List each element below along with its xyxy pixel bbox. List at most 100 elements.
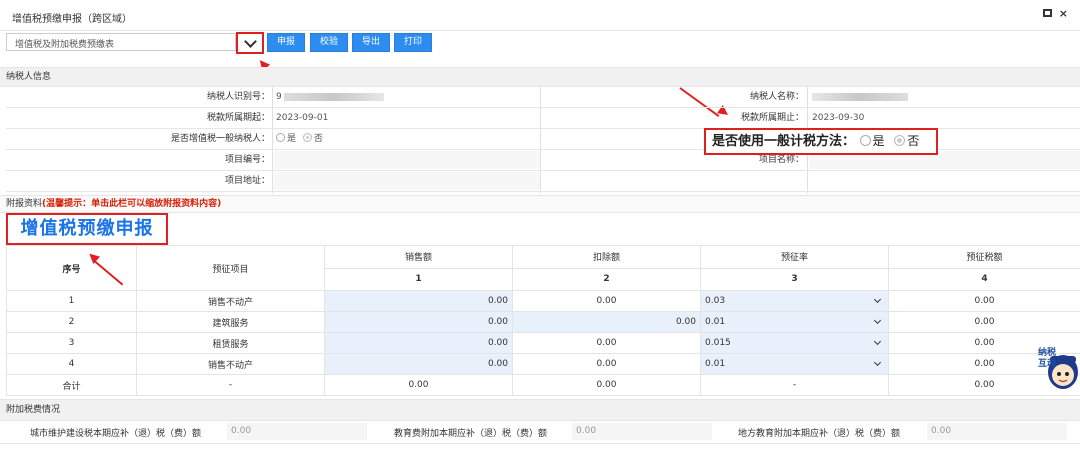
taxpayer-id-label: 纳税人识别号： xyxy=(206,92,270,102)
taxpayer-name-label: 纳税人名称： xyxy=(749,92,804,102)
info-row: 纳税人识别号： 9 纳税人名称： xyxy=(6,87,1080,108)
local-edu-label: 地方教育附加本期应补（退）税（费）额 xyxy=(738,429,901,439)
deduction-value: 0.00 xyxy=(512,332,701,354)
close-icon[interactable]: × xyxy=(1059,7,1068,20)
total-deduction: 0.00 xyxy=(512,374,701,396)
urban-tax-input[interactable]: 0.00 xyxy=(227,423,367,440)
radio-no[interactable] xyxy=(302,133,312,142)
header-tax: 预征税额 xyxy=(888,245,1080,269)
sales-input[interactable]: 0.00 xyxy=(324,332,513,354)
colnum: 1 xyxy=(324,267,513,291)
general-taxpayer-radio-group: 是 否 xyxy=(276,129,323,149)
period-end-value: 2023-09-30 xyxy=(812,113,865,123)
taxpayer-section-title: 纳税人信息 xyxy=(6,72,52,82)
colnum: 3 xyxy=(700,267,889,291)
redacted-id xyxy=(284,93,384,101)
option-yes-label: 是 xyxy=(872,134,885,148)
period-end-label: 税款所属期止： xyxy=(740,113,804,123)
general-tax-method-label: 是否使用一般计税方法： xyxy=(712,134,856,149)
form-select[interactable]: 增值税及附加税费预缴表 xyxy=(6,33,236,51)
table-total-row: 合计 - 0.00 0.00 - 0.00 xyxy=(6,374,1080,396)
sales-input[interactable]: 0.00 xyxy=(324,290,513,312)
urban-tax-label: 城市维护建设税本期应补（退）税（费）额 xyxy=(30,429,202,439)
tax-value: 0.00 xyxy=(888,290,1080,312)
prepayment-table: 序号 预征项目 销售额 扣除额 预征率 预征税额 1 2 3 4 1 销售不动产… xyxy=(6,245,1080,396)
general-tax-method-callout: 是否使用一般计税方法： 是 否 xyxy=(704,128,938,155)
export-button[interactable]: 导出 xyxy=(352,33,390,52)
edu-surcharge-label: 教育费附加本期应补（退）税（费）额 xyxy=(394,429,548,439)
edu-surcharge-input[interactable]: 0.00 xyxy=(572,423,712,440)
total-sales: 0.00 xyxy=(324,374,513,396)
local-edu-input[interactable]: 0.00 xyxy=(927,423,1067,440)
colnum: 2 xyxy=(512,267,701,291)
rate-select[interactable]: 0.01 xyxy=(700,311,889,333)
option-yes-label: 是 xyxy=(287,134,297,144)
general-taxpayer-label: 是否增值税一般纳税人： xyxy=(170,134,270,144)
radio-yes[interactable] xyxy=(276,133,285,142)
rate-select[interactable]: 0.03 xyxy=(700,290,889,312)
sales-input[interactable]: 0.00 xyxy=(324,353,513,375)
mascot-text: 纳税互动 xyxy=(1038,348,1057,369)
window-titlebar: 增值税预缴申报（跨区域） × xyxy=(0,0,1080,31)
table-row: 2 建筑服务 0.00 0.00 0.01 0.00 xyxy=(6,311,1080,333)
row-item: 销售不动产 xyxy=(136,290,325,312)
header-sales: 销售额 xyxy=(324,245,513,269)
rate-select[interactable]: 0.01 xyxy=(700,353,889,375)
taxpayer-section-header[interactable]: 纳税人信息 xyxy=(0,67,1080,87)
total-rate: - xyxy=(700,374,889,396)
row-item: 建筑服务 xyxy=(136,311,325,333)
project-no-label: 项目编号： xyxy=(224,155,270,165)
period-start-value: 2023-09-01 xyxy=(276,113,329,123)
colnum: 4 xyxy=(888,267,1080,291)
radio-yes[interactable] xyxy=(859,135,871,146)
option-no-label: 否 xyxy=(313,134,323,144)
option-no-label: 否 xyxy=(907,134,920,148)
declare-button[interactable]: 申报 xyxy=(267,33,305,52)
header-rate: 预征率 xyxy=(700,245,889,269)
row-seq: 3 xyxy=(6,332,137,354)
surcharge-row: 城市维护建设税本期应补（退）税（费）额 0.00 教育费附加本期应补（退）税（费… xyxy=(0,421,1080,444)
attachment-tip: (温馨提示：单击此栏可以缩放附报资料内容) xyxy=(42,199,222,209)
project-address-label: 项目地址： xyxy=(224,176,270,186)
header-seq: 序号 xyxy=(6,245,137,291)
deduction-value: 0.00 xyxy=(512,290,701,312)
surcharge-section-header[interactable]: 附加税费情况 xyxy=(0,399,1080,421)
rate-select[interactable]: 0.015 xyxy=(700,332,889,354)
total-item: - xyxy=(136,374,325,396)
table-row: 4 销售不动产 0.00 0.00 0.01 0.00 xyxy=(6,353,1080,375)
print-button[interactable]: 打印 xyxy=(394,33,432,52)
deduction-input[interactable]: 0.00 xyxy=(512,311,701,333)
table-header-row: 序号 预征项目 销售额 扣除额 预征率 预征税额 xyxy=(6,245,1080,291)
header-deduction: 扣除额 xyxy=(512,245,701,269)
attachment-prefix: 附报资料 xyxy=(6,199,43,209)
redacted-name xyxy=(812,93,908,101)
row-seq: 4 xyxy=(6,353,137,375)
project-address-input[interactable] xyxy=(274,172,540,190)
row-seq: 1 xyxy=(6,290,137,312)
deduction-value: 0.00 xyxy=(512,353,701,375)
mascot-widget[interactable]: 纳税互动 xyxy=(1038,342,1080,397)
project-no-input[interactable] xyxy=(274,151,540,169)
radio-no[interactable] xyxy=(894,135,906,146)
verify-button[interactable]: 校验 xyxy=(310,33,348,52)
toolbar: 增值税及附加税费预缴表 申报 校验 导出 打印 xyxy=(0,30,1080,58)
big-title: 增值税预缴申报 xyxy=(6,213,168,245)
header-item: 预征项目 xyxy=(136,245,325,291)
row-item: 销售不动产 xyxy=(136,353,325,375)
table-row: 1 销售不动产 0.00 0.00 0.03 0.00 xyxy=(6,290,1080,312)
restore-icon[interactable] xyxy=(1043,9,1052,17)
period-start-label: 税款所属期起： xyxy=(206,113,270,123)
info-row: 税款所属期起： 2023-09-01 税款所属期止： 2023-09-30 xyxy=(6,108,1080,129)
sales-input[interactable]: 0.00 xyxy=(324,311,513,333)
row-item: 租赁服务 xyxy=(136,332,325,354)
total-label: 合计 xyxy=(6,374,137,396)
chevron-down-icon[interactable] xyxy=(236,32,264,54)
attachment-section-header[interactable]: 附报资料(温馨提示：单击此栏可以缩放附报资料内容) xyxy=(0,195,1080,213)
general-tax-method-radio-group: 是 否 xyxy=(859,134,920,148)
taxpayer-id-value: 9 xyxy=(276,92,282,102)
table-row: 3 租赁服务 0.00 0.00 0.015 0.00 xyxy=(6,332,1080,354)
row-seq: 2 xyxy=(6,311,137,333)
tax-value: 0.00 xyxy=(888,311,1080,333)
surcharge-section-title: 附加税费情况 xyxy=(6,405,61,415)
info-row: 项目地址： xyxy=(6,171,1080,192)
